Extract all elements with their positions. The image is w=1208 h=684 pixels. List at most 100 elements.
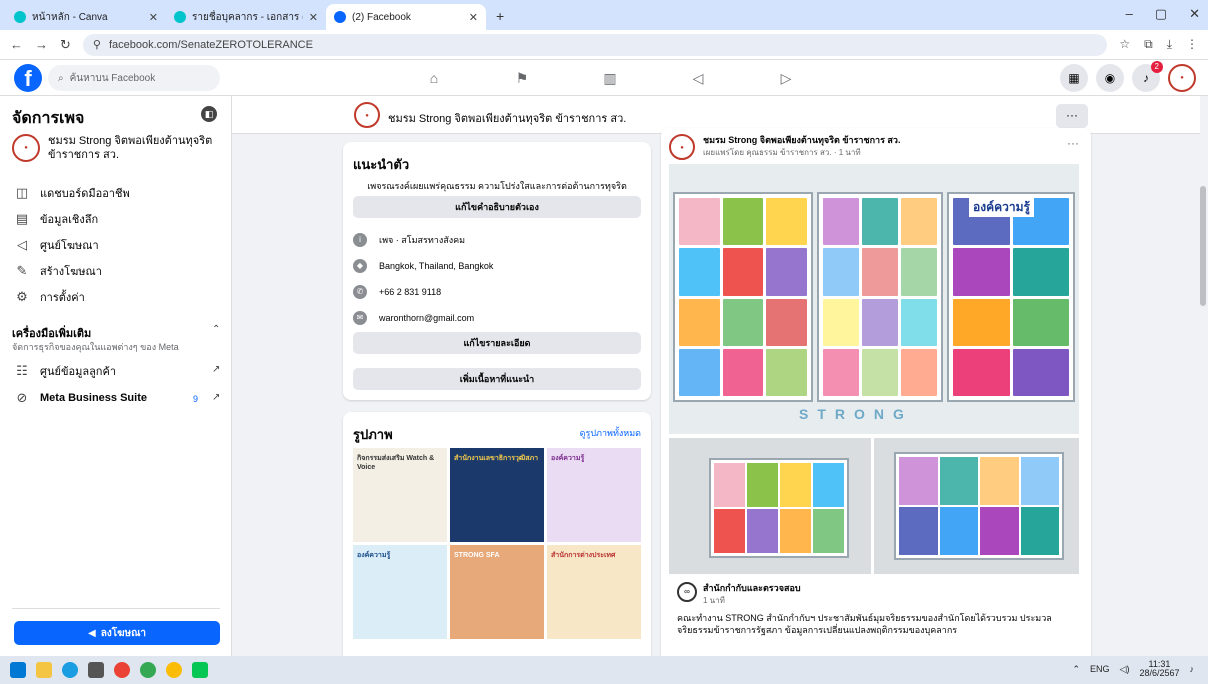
menu-grid-icon[interactable]: ▦: [1060, 64, 1088, 92]
sidebar-item-dashboard[interactable]: ◫ แดชบอร์ดมืออาชีพ: [14, 184, 130, 202]
megaphone-icon: ◀: [88, 627, 96, 639]
post-card: ● ชมรม Strong จิตพอเพียงต้านทุจริต ข้ารา…: [661, 128, 1091, 662]
post-photo-3[interactable]: [874, 438, 1079, 574]
store-icon[interactable]: [88, 662, 104, 678]
post-author-avatar[interactable]: ●: [669, 134, 695, 160]
back-icon[interactable]: ←: [10, 37, 23, 52]
sidebar-item-customer-center[interactable]: ☷ ศูนย์ข้อมูลลูกค้า: [14, 362, 116, 380]
notifications-icon[interactable]: ♪ 2: [1132, 61, 1163, 92]
megaphone-icon[interactable]: ◁: [684, 64, 712, 92]
clock-date: 28/6/2567: [1139, 668, 1180, 678]
video-icon[interactable]: ▷: [772, 64, 800, 92]
pencil-icon: ✎: [16, 263, 28, 278]
chevron-up-icon[interactable]: ⌃: [1072, 664, 1080, 675]
forward-icon[interactable]: →: [35, 37, 48, 52]
flag-icon[interactable]: ⚑: [508, 64, 536, 92]
search-input[interactable]: ⌕ ค้นหาบน Facebook: [48, 65, 220, 91]
external-link-icon: ↗: [212, 364, 221, 375]
photo-tile[interactable]: STRONG SFA: [450, 545, 544, 639]
browser-tab-document[interactable]: รายชื่อบุคลากร - เอกสาร (A4) ✕: [166, 4, 326, 30]
sidebar-item-settings[interactable]: ⚙ การตั้งค่า: [14, 288, 85, 306]
volume-icon[interactable]: ◁): [1120, 664, 1130, 675]
tools-subtitle: จัดการธุรกิจของคุณในแอพต่างๆ ของ Meta: [12, 342, 179, 352]
tab-title: (2) Facebook: [352, 11, 411, 23]
sidebar-item-label: ศูนย์โฆษณา: [40, 240, 99, 252]
page-scrollbar[interactable]: [1200, 96, 1206, 656]
clock[interactable]: 11:31 28/6/2567: [1139, 660, 1179, 678]
location-row: ◆ Bangkok, Thailand, Bangkok: [353, 259, 493, 273]
close-tab-icon[interactable]: ✕: [309, 11, 318, 24]
notification-badge: 2: [1150, 61, 1163, 73]
current-page[interactable]: ● ชมรม Strong จิตพอเพียงต้านทุจริต ข้ารา…: [12, 134, 228, 162]
close-tab-icon[interactable]: ✕: [149, 11, 158, 24]
header-actions: ▦ ◉ ♪ 2 ●: [1060, 61, 1196, 92]
edit-details-button[interactable]: แก้ไขรายละเอียด: [353, 332, 641, 354]
language-indicator[interactable]: ENG: [1090, 664, 1110, 674]
photo-tile-label: สำนักการต่างประเทศ: [551, 552, 616, 559]
browser-tab-canva[interactable]: หน้าหลัก - Canva ✕: [6, 4, 166, 30]
photo-tile[interactable]: องค์ความรู้: [547, 448, 641, 542]
add-featured-button[interactable]: เพิ่มเนื้อหาที่แนะนำ: [353, 368, 641, 390]
page-avatar[interactable]: ●: [354, 102, 380, 128]
photo-tile[interactable]: สำนักการต่างประเทศ: [547, 545, 641, 639]
sidebar-item-label: ข้อมูลเชิงลึก: [40, 214, 99, 226]
chrome-icon[interactable]: [166, 662, 182, 678]
edge-icon[interactable]: [62, 662, 78, 678]
restore-icon[interactable]: ▢: [1155, 6, 1167, 22]
more-options-button[interactable]: ···: [1056, 104, 1088, 128]
line-icon[interactable]: [192, 662, 208, 678]
photo-tile[interactable]: องค์ความรู้: [353, 545, 447, 639]
post-photo-2[interactable]: [669, 438, 871, 574]
reload-icon[interactable]: ↻: [60, 37, 71, 53]
bookmark-star-icon[interactable]: ☆: [1119, 37, 1130, 52]
browser-menu-icon[interactable]: ⋮: [1186, 37, 1198, 52]
location-text[interactable]: Bangkok, Thailand, Bangkok: [379, 261, 493, 271]
app-icon[interactable]: [140, 662, 156, 678]
chrome-icon[interactable]: [114, 662, 130, 678]
post-options-icon[interactable]: ···: [1067, 136, 1079, 150]
site-info-icon[interactable]: ⚲: [93, 38, 101, 51]
photo-tile-label: กิจกรรมส่งเสริม Watch & Voice: [357, 455, 435, 471]
sidebar-item-ad-center[interactable]: ◁ ศูนย์โฆษณา: [14, 236, 99, 254]
photo-tile[interactable]: กิจกรรมส่งเสริม Watch & Voice: [353, 448, 447, 542]
url-field[interactable]: ⚲ facebook.com/SenateZEROTOLERANCE: [82, 33, 1108, 56]
collapse-sidebar-icon[interactable]: ◧: [201, 106, 217, 122]
sidebar-item-insights[interactable]: ▤ ข้อมูลเชิงลึก: [14, 210, 98, 228]
home-icon[interactable]: ⌂: [420, 64, 448, 92]
minimize-icon[interactable]: –: [1126, 6, 1133, 22]
sidebar-title: จัดการเพจ: [12, 110, 85, 127]
sidebar-item-meta-business-suite[interactable]: ⊘ Meta Business Suite: [14, 390, 147, 406]
notification-bell-icon[interactable]: ♪: [1190, 664, 1195, 674]
close-window-icon[interactable]: ✕: [1189, 6, 1200, 22]
photo-grid: กิจกรรมส่งเสริม Watch & Voice สำนักงานเล…: [353, 448, 641, 639]
edit-bio-button[interactable]: แก้ไขคำอธิบายตัวเอง: [353, 196, 641, 218]
photo-tile-label: องค์ความรู้: [357, 552, 391, 559]
scrollbar-thumb[interactable]: [1200, 186, 1206, 306]
manage-page-sidebar: จัดการเพจ ◧ ● ชมรม Strong จิตพอเพียงต้าน…: [0, 96, 232, 656]
see-all-photos-link[interactable]: ดูรูปภาพทั้งหมด: [580, 426, 641, 440]
shared-author-avatar[interactable]: ∞: [677, 582, 697, 602]
browser-tab-facebook[interactable]: (2) Facebook ✕: [326, 4, 486, 30]
promote-button[interactable]: ◀ ลงโฆษณา: [14, 621, 220, 645]
facebook-logo-icon[interactable]: f: [14, 64, 42, 92]
photo-tile[interactable]: สำนักงานเลขาธิการวุฒิสภา: [450, 448, 544, 542]
location-icon: ◆: [353, 259, 367, 273]
new-tab-button[interactable]: +: [486, 8, 514, 30]
email-text[interactable]: waronthorn@gmail.com: [379, 313, 474, 323]
download-icon[interactable]: ⤓: [1167, 37, 1172, 52]
chevron-up-icon[interactable]: ⌃: [212, 324, 220, 335]
windows-start-icon[interactable]: [10, 662, 26, 678]
post-author[interactable]: ชมรม Strong จิตพอเพียงต้านทุจริต ข้าราชก…: [703, 134, 900, 146]
messenger-icon[interactable]: ◉: [1096, 64, 1124, 92]
file-explorer-icon[interactable]: [36, 662, 52, 678]
insights-tab-icon[interactable]: ▥: [596, 64, 624, 92]
phone-row: ✆ +66 2 831 9118: [353, 285, 441, 299]
shared-author[interactable]: สำนักกำกับและตรวจสอบ: [703, 582, 801, 594]
page-avatar: ●: [12, 134, 40, 162]
close-tab-icon[interactable]: ✕: [469, 11, 478, 24]
account-avatar[interactable]: ●: [1168, 64, 1196, 92]
photo-tile-label: STRONG SFA: [454, 552, 500, 559]
post-main-photo[interactable]: องค์ความรู้ STRONG: [669, 164, 1079, 434]
sidebar-item-create-ad[interactable]: ✎ สร้างโฆษณา: [14, 262, 102, 280]
extensions-icon[interactable]: ⧉: [1144, 37, 1153, 52]
